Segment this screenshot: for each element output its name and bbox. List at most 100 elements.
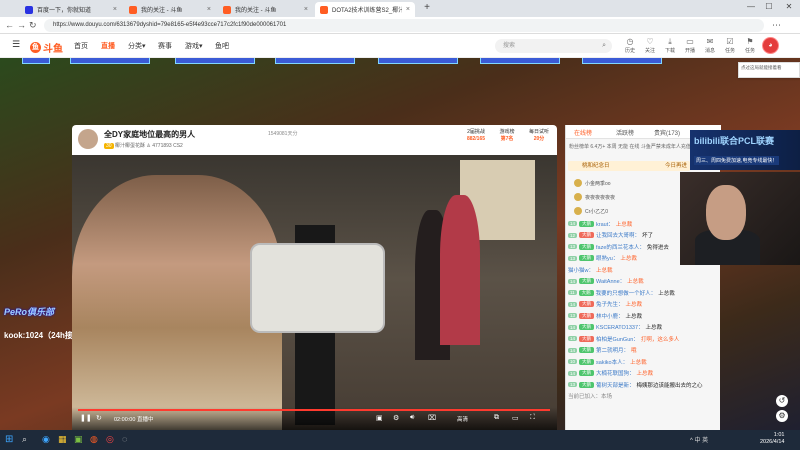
header-follow-button[interactable]: ♡ 关注 bbox=[641, 37, 659, 54]
refresh-side-icon[interactable]: ↺ bbox=[776, 395, 788, 407]
nav-games[interactable]: 游戏▾ bbox=[185, 41, 203, 51]
douyu-app-icon[interactable]: ◍ bbox=[90, 434, 98, 445]
chat-username[interactable]: 兔子先生： bbox=[596, 300, 624, 308]
chat-username[interactable]: WaitAnne： bbox=[596, 277, 625, 285]
minimize-icon[interactable]: — bbox=[742, 2, 760, 11]
windows-start-icon[interactable]: ⊞ bbox=[5, 434, 13, 445]
chat-message[interactable]: 13 大鹅 林中小鹿： 上总裁 bbox=[566, 310, 721, 322]
chat-message[interactable]: 14 大鹅 大楠花联国狗： 上总裁 bbox=[566, 368, 721, 380]
nav-live[interactable]: 直播 bbox=[101, 41, 115, 51]
fullscreen-icon[interactable]: ⛶ bbox=[530, 414, 535, 422]
new-tab-button[interactable]: + bbox=[418, 2, 436, 13]
chat-username[interactable]: 第二就明月： bbox=[596, 346, 629, 354]
stat-challenge[interactable]: 2届挑战 882/165 bbox=[462, 129, 490, 151]
header-download-button[interactable]: ⤓ 下载 bbox=[661, 37, 679, 54]
chat-username[interactable]: kraut： bbox=[596, 220, 614, 228]
video-progress-bar[interactable] bbox=[78, 409, 550, 411]
streamer-avatar[interactable] bbox=[78, 129, 98, 149]
app-icon[interactable]: ◌ bbox=[122, 434, 127, 444]
quality-button[interactable]: 高清 bbox=[457, 415, 468, 423]
nav-fishbar[interactable]: 鱼吧 bbox=[215, 41, 229, 51]
pip-icon[interactable]: ⧉ bbox=[494, 414, 499, 422]
header-icon-label: 任务 bbox=[744, 48, 755, 54]
refresh-stream-icon[interactable]: ↻ bbox=[96, 414, 102, 422]
rank-item[interactable]: 夜夜夜夜夜夜 bbox=[574, 191, 615, 203]
rank-item[interactable]: Cr小乙乙0 bbox=[574, 205, 608, 217]
chat-username[interactable]: 猫小猫w： bbox=[568, 266, 594, 274]
festival-banner[interactable]: 桃和纪念日 今日再进 bbox=[568, 161, 690, 171]
tab-close-icon[interactable]: × bbox=[113, 6, 117, 13]
browser-tab[interactable]: 我的关注 - 斗鱼 × bbox=[218, 2, 313, 17]
danmaku-settings-icon[interactable]: ⚙ bbox=[393, 414, 399, 422]
rank-item[interactable]: 小金两季oo bbox=[574, 177, 611, 189]
chat-username[interactable]: KSCERATO1337： bbox=[596, 323, 643, 331]
app-icon[interactable]: ▣ bbox=[74, 434, 83, 445]
chat-username[interactable]: 葡树天部是新： bbox=[596, 381, 635, 389]
user-avatar[interactable]: ◕ bbox=[762, 37, 779, 54]
browser-tab[interactable]: 我的关注 - 斗鱼 × bbox=[124, 2, 216, 17]
festival-link[interactable]: 今日再进 bbox=[665, 161, 687, 171]
chat-message[interactable]: 10 大鹅 sakiko本人： 上总裁 bbox=[566, 356, 721, 368]
search-placeholder: 搜索 bbox=[503, 43, 516, 49]
browser-menu-icon[interactable]: ⋯ bbox=[772, 20, 781, 31]
settings-side-icon[interactable]: ⚙ bbox=[776, 410, 788, 422]
header-gift-button[interactable]: ⚑ 任务 bbox=[741, 37, 759, 54]
chat-username[interactable]: faze的西兰花本人： bbox=[596, 243, 645, 251]
header-history-button[interactable]: ◷ 历史 bbox=[621, 37, 639, 54]
search-input[interactable]: 搜索 ⌕ bbox=[495, 39, 612, 53]
tab-close-icon[interactable]: × bbox=[304, 6, 308, 13]
nav-category[interactable]: 分类▾ bbox=[128, 41, 146, 51]
chat-message[interactable]: 猫小猫w： 上总裁 bbox=[566, 264, 721, 276]
volume-icon[interactable]: 🔊︎ bbox=[410, 414, 414, 422]
browser-tab[interactable]: 百度一下，你就知道 × bbox=[20, 2, 122, 17]
screenshot-icon[interactable]: ⌧ bbox=[428, 414, 436, 422]
back-icon[interactable]: ← bbox=[5, 20, 14, 30]
nav-home[interactable]: 首页 bbox=[74, 41, 88, 51]
app-icon[interactable]: ◎ bbox=[106, 434, 114, 445]
pause-icon[interactable]: ❚❚ bbox=[80, 414, 92, 422]
browser-tab-active[interactable]: DOTA2技术训练营S2_椰汁帧... × bbox=[315, 2, 415, 17]
url-field[interactable]: https://www.douyu.com/6313679dyshid=79e8… bbox=[44, 19, 764, 32]
chat-message[interactable]: 14 大鹅 WaitAnne： 上总裁 bbox=[566, 276, 721, 288]
chat-message[interactable]: 14 大鹅 柏柏是GunGun： 打啊，这么多人 bbox=[566, 333, 721, 345]
header-task-button[interactable]: ☑ 任务 bbox=[721, 37, 739, 54]
tab-active-rank[interactable]: 活跃榜 bbox=[616, 128, 634, 137]
edge-icon[interactable]: ◉ bbox=[42, 434, 50, 445]
forward-icon[interactable]: → bbox=[17, 20, 26, 30]
taskbar-clock[interactable]: 1:01 2026/4/14 bbox=[760, 432, 784, 446]
danmaku-toggle-icon[interactable]: ▣ bbox=[376, 414, 383, 422]
maximize-icon[interactable]: ☐ bbox=[760, 2, 778, 11]
chat-username[interactable]: 让我回去大哥啊： bbox=[596, 231, 640, 239]
refresh-icon[interactable]: ↻ bbox=[29, 20, 37, 31]
room-category[interactable]: 椰汁椰蛋花酥 bbox=[115, 143, 145, 149]
stat-rank[interactable]: 游戏榜 第7名 bbox=[493, 129, 521, 151]
chat-username[interactable]: 眼熟yu： bbox=[596, 254, 618, 262]
tab-close-icon[interactable]: × bbox=[207, 6, 211, 13]
chat-message[interactable]: 14 大鹅 第二就明月：哦 bbox=[566, 345, 721, 357]
chat-username[interactable]: 柏柏是GunGun： bbox=[596, 335, 639, 343]
chat-message[interactable]: 14 大鹅 兔子先生： 上总裁 bbox=[566, 299, 721, 311]
header-message-button[interactable]: ✉ 消息 bbox=[701, 37, 719, 54]
tab-close-icon[interactable]: × bbox=[406, 6, 410, 13]
tab-online-rank[interactable]: 在线榜 bbox=[574, 128, 592, 137]
widescreen-icon[interactable]: ▭ bbox=[512, 414, 519, 422]
header-broadcast-button[interactable]: ▭ 开播 bbox=[681, 37, 699, 54]
promo-ad[interactable]: bilibili联合PCL联赛 周三、周四免费加速,电竞专线最快！ bbox=[690, 130, 800, 170]
taskbar-search-icon[interactable]: ⌕ bbox=[22, 434, 27, 445]
close-window-icon[interactable]: ✕ bbox=[780, 2, 798, 11]
nav-events[interactable]: 赛事 bbox=[158, 41, 172, 51]
chat-username[interactable]: 大楠花联国狗： bbox=[596, 369, 635, 377]
tab-vip[interactable]: 贵宾(173) bbox=[654, 128, 680, 137]
chat-message[interactable]: 14 大鹅 KSCERATO1337： 上总裁 bbox=[566, 322, 721, 334]
explorer-icon[interactable]: ▦ bbox=[58, 434, 67, 445]
chat-message[interactable]: 13 大鹅 葡树天部是新： 梅姨那边该能搬出去的之心 bbox=[566, 379, 721, 391]
search-icon[interactable]: ⌕ bbox=[602, 39, 606, 53]
chat-message[interactable]: 11 大鹅 我要的只想做一个好人： 上总裁 bbox=[566, 287, 721, 299]
douyu-logo[interactable]: 鱼 斗鱼 bbox=[30, 40, 63, 55]
stat-daily[interactable]: 每日试听 20分 bbox=[525, 129, 553, 151]
system-tray[interactable]: ^ 中 英 bbox=[690, 435, 708, 444]
chat-username[interactable]: 林中小鹿： bbox=[596, 312, 624, 320]
hamburger-menu-icon[interactable]: ☰ bbox=[12, 39, 20, 50]
chat-username[interactable]: sakiko本人： bbox=[596, 358, 628, 366]
chat-username[interactable]: 我要的只想做一个好人： bbox=[596, 289, 657, 297]
